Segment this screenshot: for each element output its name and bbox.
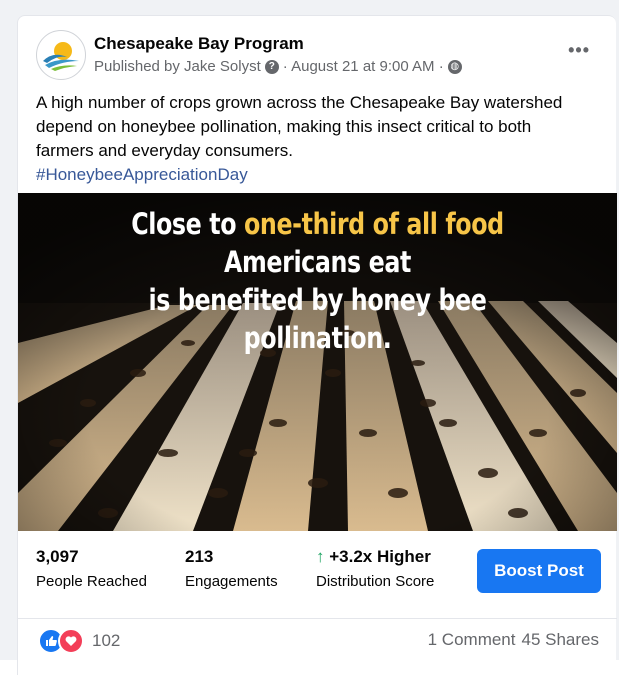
post-header: Chesapeake Bay Program Published by Jake… <box>36 28 604 88</box>
question-icon[interactable]: ? <box>264 59 279 74</box>
post-image[interactable]: Close to one-third of all food Americans… <box>18 193 617 531</box>
engagement-counts: 1 Comment 45 Shares <box>422 630 599 650</box>
post-footer: 102 1 Comment 45 Shares <box>18 619 617 659</box>
up-arrow-icon: ↑ <box>316 547 325 566</box>
engagements-label: Engagements <box>185 573 278 590</box>
people-reached-value: 3,097 <box>36 547 79 566</box>
reaction-count: 102 <box>92 631 121 650</box>
distribution-score-stat[interactable]: ↑ +3.2x Higher Distribution Score <box>316 547 434 590</box>
hashtag-link[interactable]: #HoneybeeAppreciationDay <box>36 163 581 187</box>
people-reached-label: People Reached <box>36 573 147 590</box>
chesapeake-logo-icon <box>38 32 84 78</box>
globe-icon: ◍ <box>447 59 462 74</box>
post-date[interactable]: · August 21 at 9:00 AM · <box>283 58 444 75</box>
post-caption: A high number of crops grown across the … <box>36 91 581 187</box>
engagements-value: 213 <box>185 547 214 566</box>
page-name[interactable]: Chesapeake Bay Program <box>94 34 304 54</box>
love-icon <box>58 628 84 654</box>
published-by[interactable]: Published by Jake Solyst <box>94 58 261 75</box>
post-meta: Published by Jake Solyst ? · August 21 a… <box>94 58 462 75</box>
distribution-value: +3.2x Higher <box>329 547 431 566</box>
headline-text-start: Close to <box>131 207 245 241</box>
shares-link[interactable]: 45 Shares <box>522 630 600 649</box>
post-card: Chesapeake Bay Program Published by Jake… <box>17 15 617 675</box>
caption-text: A high number of crops grown across the … <box>36 93 563 160</box>
post-insights: 3,097 People Reached 213 Engagements ↑ +… <box>18 531 617 619</box>
distribution-label: Distribution Score <box>316 573 435 590</box>
comments-link[interactable]: 1 Comment <box>428 630 516 649</box>
headline-highlight: one-third of all food <box>244 207 504 241</box>
more-options-button[interactable]: ••• <box>568 40 590 61</box>
reactions-summary[interactable]: 102 <box>38 628 120 654</box>
engagements-stat[interactable]: 213 Engagements <box>185 547 278 590</box>
headline-line-2: is benefited by honey bee pollination. <box>148 283 487 355</box>
boost-post-button[interactable]: Boost Post <box>477 549 601 593</box>
headline-text-end: Americans eat <box>224 245 411 279</box>
image-headline: Close to one-third of all food Americans… <box>72 205 563 357</box>
people-reached-stat[interactable]: 3,097 People Reached <box>36 547 147 590</box>
page-avatar[interactable] <box>36 30 86 80</box>
